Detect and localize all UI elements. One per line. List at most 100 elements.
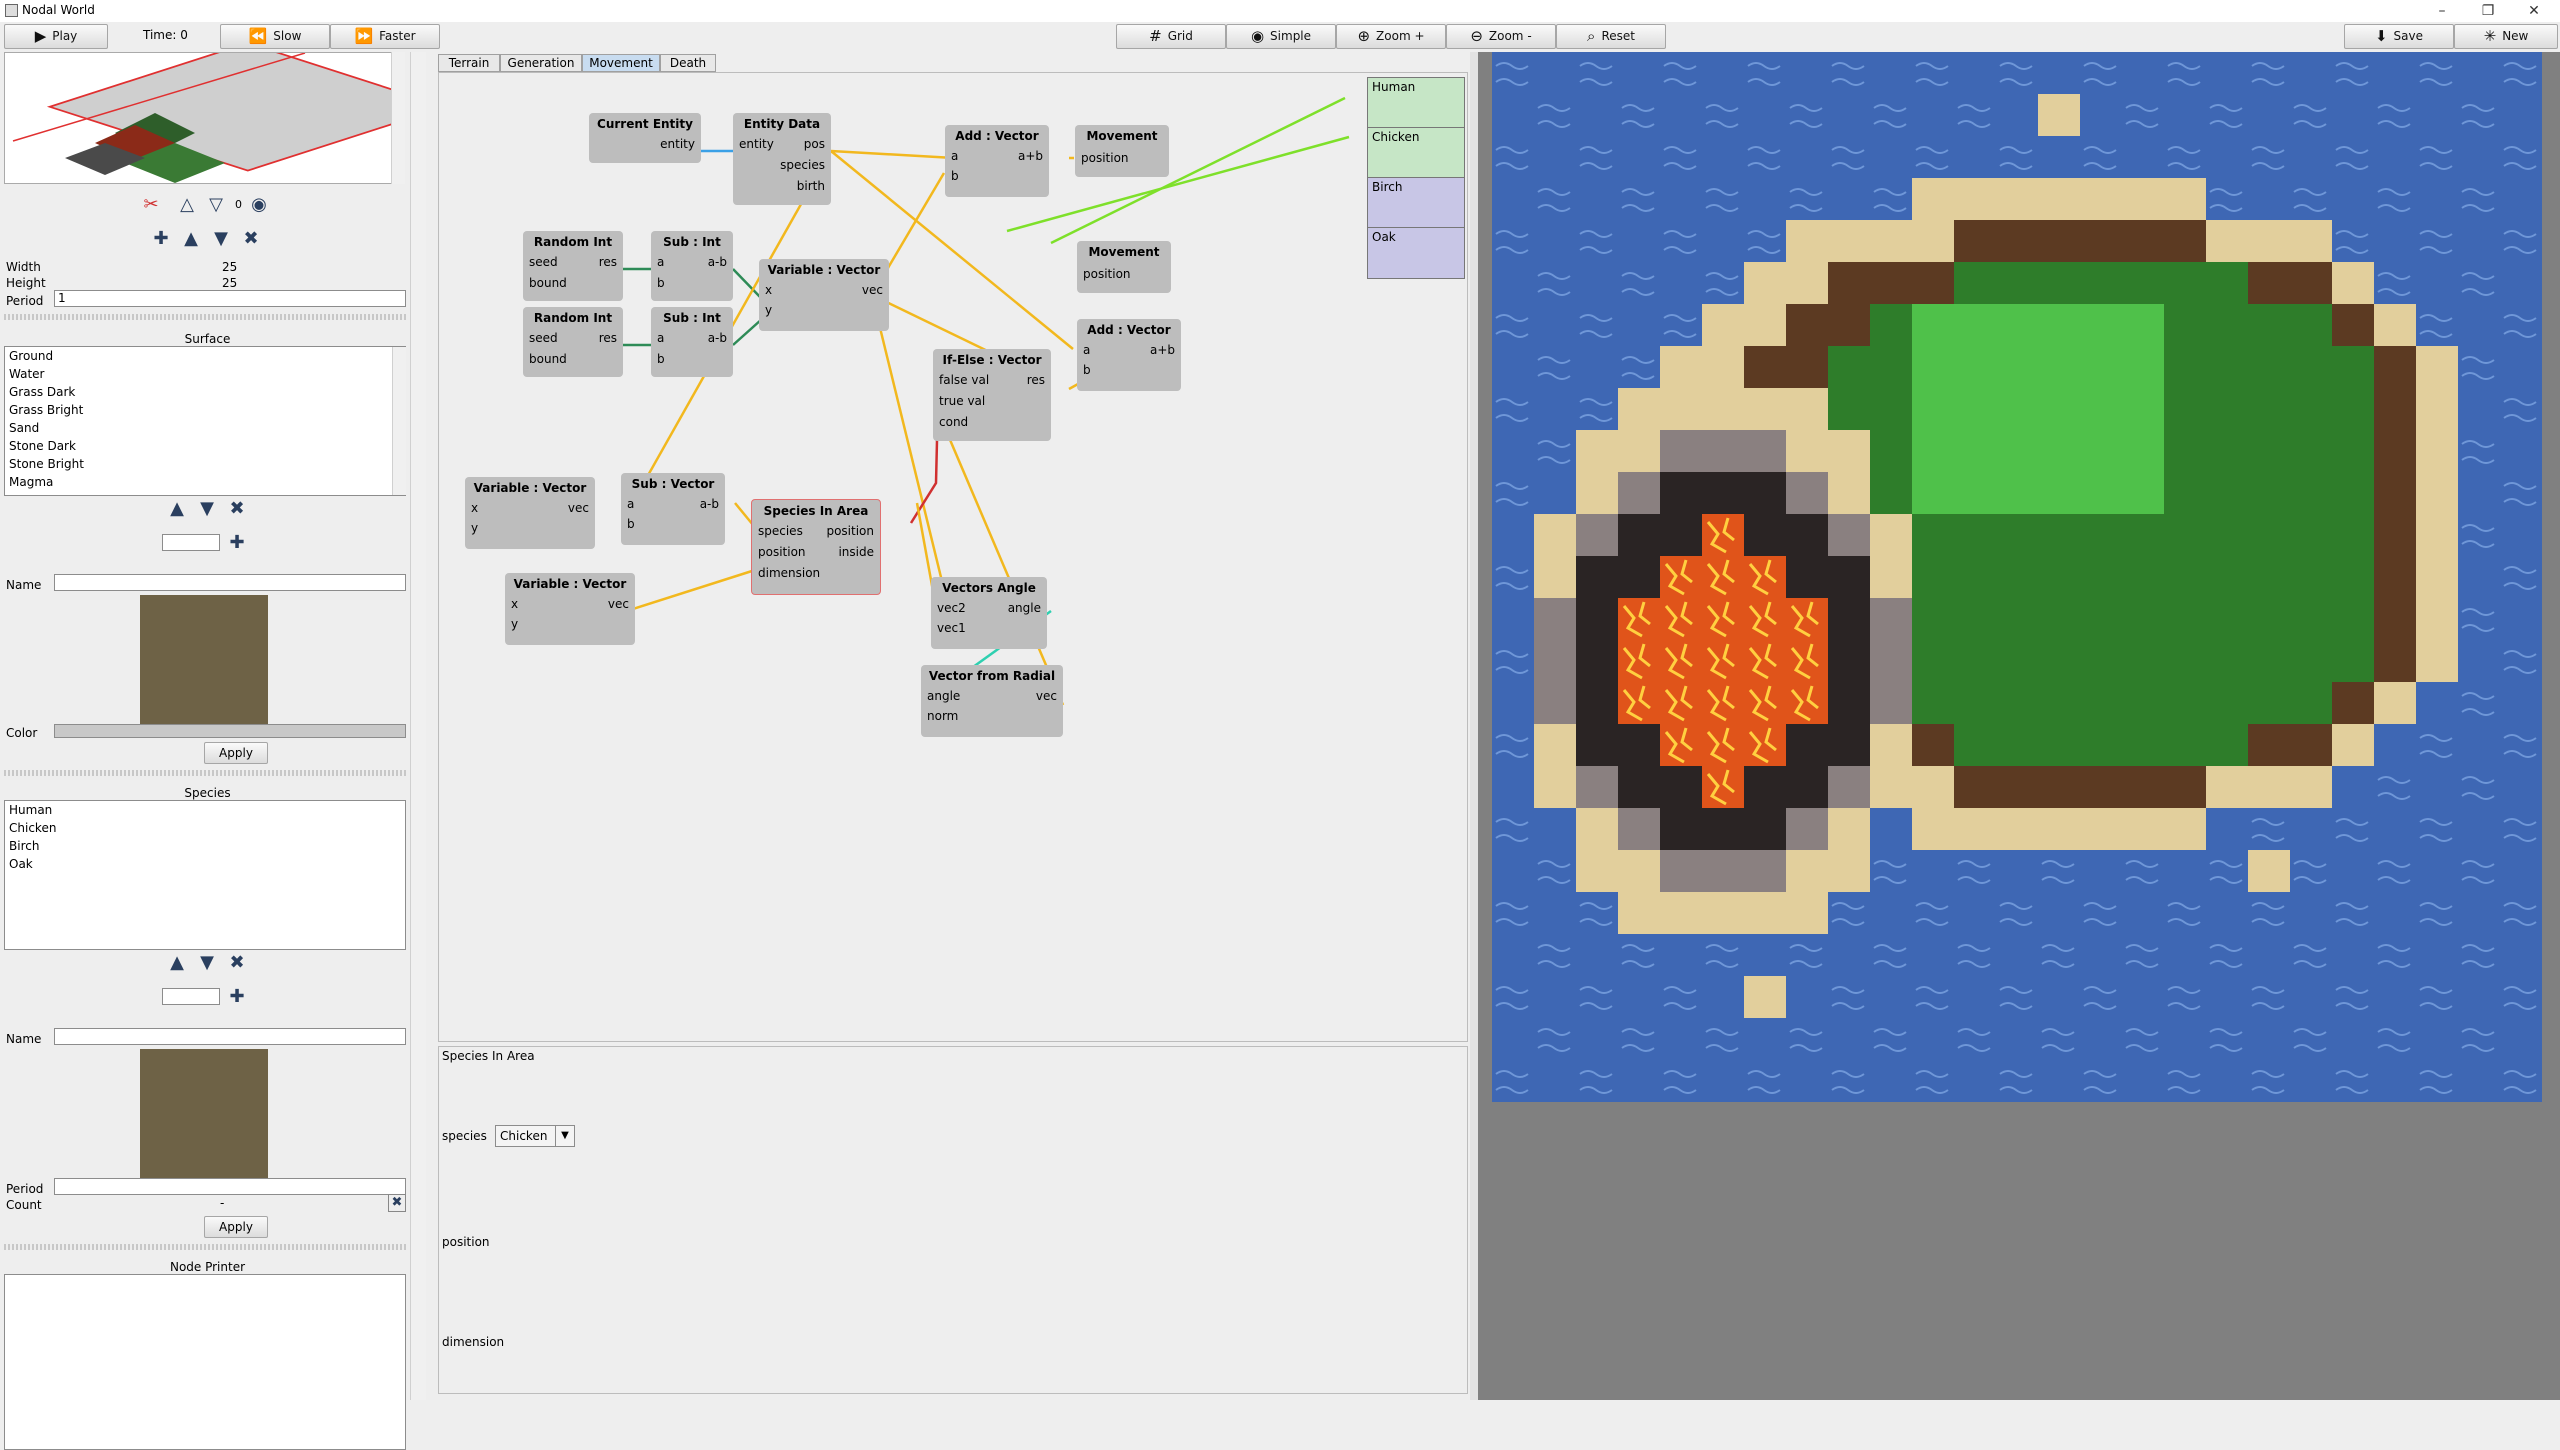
node-variable-vector[interactable]: Variable : Vector x vec y [505, 573, 635, 645]
list-item[interactable]: Human [5, 801, 405, 819]
port-position[interactable]: position [1083, 267, 1131, 281]
port-b[interactable]: b [657, 276, 665, 290]
port-a[interactable]: a [627, 497, 634, 511]
tab-terrain[interactable]: Terrain [438, 54, 500, 72]
species-add-icon[interactable]: ✚ [226, 986, 248, 1008]
port-y[interactable]: y [765, 303, 772, 317]
list-item[interactable]: Birch [5, 837, 405, 855]
count-clear-icon[interactable]: ✖ [388, 1194, 406, 1212]
list-item[interactable]: Grass Dark [5, 383, 405, 401]
port-out-position[interactable]: position [826, 524, 874, 538]
layer-down-icon[interactable]: ▽ [205, 194, 227, 216]
port-sum[interactable]: a+b [1018, 149, 1043, 163]
node-species-in-area[interactable]: Species In Area species position positio… [751, 499, 881, 595]
species-apply-button[interactable]: Apply [204, 1216, 268, 1238]
node-if-else-vector[interactable]: If-Else : Vector false val res true val … [933, 349, 1051, 441]
port-b[interactable]: b [1083, 363, 1091, 377]
node-variable-vector[interactable]: Variable : Vector x vec y [759, 259, 889, 331]
node-add-vector[interactable]: Add : Vector a a+b b [945, 125, 1049, 197]
tab-death[interactable]: Death [660, 54, 716, 72]
node-sub-int[interactable]: Sub : Int a a-b b [651, 307, 733, 377]
legend-item-human[interactable]: Human [1368, 78, 1464, 128]
list-item[interactable]: Water [5, 365, 405, 383]
species-up-icon[interactable]: ▲ [166, 952, 188, 974]
port-dimension[interactable]: dimension [758, 566, 820, 580]
delete-icon[interactable]: ✖ [240, 228, 262, 250]
species-down-icon[interactable]: ▼ [196, 952, 218, 974]
list-item[interactable]: Magma [5, 473, 405, 491]
port-res[interactable]: res [1027, 373, 1045, 387]
port-vec[interactable]: vec [862, 283, 883, 297]
port-pos[interactable]: pos [804, 137, 825, 151]
port-y[interactable]: y [471, 521, 478, 535]
surface-new-field[interactable] [162, 534, 220, 551]
port-vec[interactable]: vec [608, 597, 629, 611]
list-item[interactable]: Stone Dark [5, 437, 405, 455]
chevron-down-icon[interactable]: ▼ [555, 1126, 574, 1146]
world-map[interactable] [1492, 52, 2552, 1102]
port-position[interactable]: position [758, 545, 806, 559]
port-b[interactable]: b [657, 352, 665, 366]
port-angle[interactable]: angle [927, 689, 960, 703]
port-b[interactable]: b [627, 517, 635, 531]
surface-delete-icon[interactable]: ✖ [226, 498, 248, 520]
surface-add-icon[interactable]: ✚ [226, 532, 248, 554]
node-vectors-angle[interactable]: Vectors Angle vec2 angle vec1 [931, 577, 1047, 649]
port-a[interactable]: a [657, 255, 664, 269]
color-slider[interactable] [54, 724, 406, 738]
list-item[interactable]: Grass Bright [5, 401, 405, 419]
port-a[interactable]: a [657, 331, 664, 345]
port-true-val[interactable]: true val [939, 394, 985, 408]
species-name-field[interactable] [54, 1028, 406, 1045]
layer-up-icon[interactable]: △ [176, 194, 198, 216]
left-panel-scrollbar[interactable] [410, 52, 426, 1400]
axes-icon[interactable]: ✂ [140, 194, 162, 216]
list-item[interactable]: Ground [5, 347, 405, 365]
legend-item-chicken[interactable]: Chicken [1368, 128, 1464, 178]
port-y[interactable]: y [511, 617, 518, 631]
port-res[interactable]: res [599, 255, 617, 269]
surface-scrollbar[interactable] [392, 347, 406, 495]
port-inside[interactable]: inside [838, 545, 874, 559]
port-x[interactable]: x [765, 283, 772, 297]
node-random-int[interactable]: Random Int seed res bound [523, 231, 623, 301]
tab-movement[interactable]: Movement [582, 54, 660, 72]
node-random-int[interactable]: Random Int seed res bound [523, 307, 623, 377]
reset-button[interactable]: ⌕ Reset [1556, 24, 1666, 49]
world-preview[interactable] [4, 52, 396, 184]
tab-generation[interactable]: Generation [500, 54, 582, 72]
port-position[interactable]: position [1081, 151, 1129, 165]
play-button[interactable]: ▶ Play [4, 24, 108, 49]
grid-button[interactable]: # Grid [1116, 24, 1226, 49]
simple-button[interactable]: ◉ Simple [1226, 24, 1336, 49]
port-diff[interactable]: a-b [708, 255, 727, 269]
node-movement[interactable]: Movement position [1077, 241, 1171, 293]
port-diff[interactable]: a-b [708, 331, 727, 345]
list-item[interactable]: Oak [5, 855, 405, 873]
surface-down-icon[interactable]: ▼ [196, 498, 218, 520]
port-norm[interactable]: norm [927, 709, 958, 723]
port-species[interactable]: species [780, 158, 825, 172]
port-res[interactable]: res [599, 331, 617, 345]
slow-button[interactable]: ⏪ Slow [220, 24, 330, 49]
port-seed[interactable]: seed [529, 331, 558, 345]
species-select[interactable]: Chicken ▼ [495, 1125, 575, 1147]
zoom-out-button[interactable]: ⊖ Zoom - [1446, 24, 1556, 49]
node-printer-area[interactable] [4, 1274, 406, 1450]
node-add-vector[interactable]: Add : Vector a a+b b [1077, 319, 1181, 391]
node-editor[interactable]: Current Entity entity Entity Data entity… [438, 72, 1468, 1042]
maximize-icon[interactable]: ❐ [2466, 0, 2510, 22]
node-variable-vector[interactable]: Variable : Vector x vec y [465, 477, 595, 549]
node-sub-int[interactable]: Sub : Int a a-b b [651, 231, 733, 301]
faster-button[interactable]: ⏩ Faster [330, 24, 440, 49]
world-map-area[interactable] [1478, 52, 2560, 1400]
port-species[interactable]: species [758, 524, 803, 538]
port-bound[interactable]: bound [529, 276, 567, 290]
port-entity[interactable]: entity [739, 137, 774, 151]
legend-item-oak[interactable]: Oak [1368, 228, 1464, 278]
port-x[interactable]: x [471, 501, 478, 515]
port-false-val[interactable]: false val [939, 373, 989, 387]
port-birth[interactable]: birth [797, 179, 825, 193]
surface-list[interactable]: Ground Water Grass Dark Grass Bright San… [4, 346, 406, 496]
surface-name-field[interactable] [54, 574, 406, 591]
